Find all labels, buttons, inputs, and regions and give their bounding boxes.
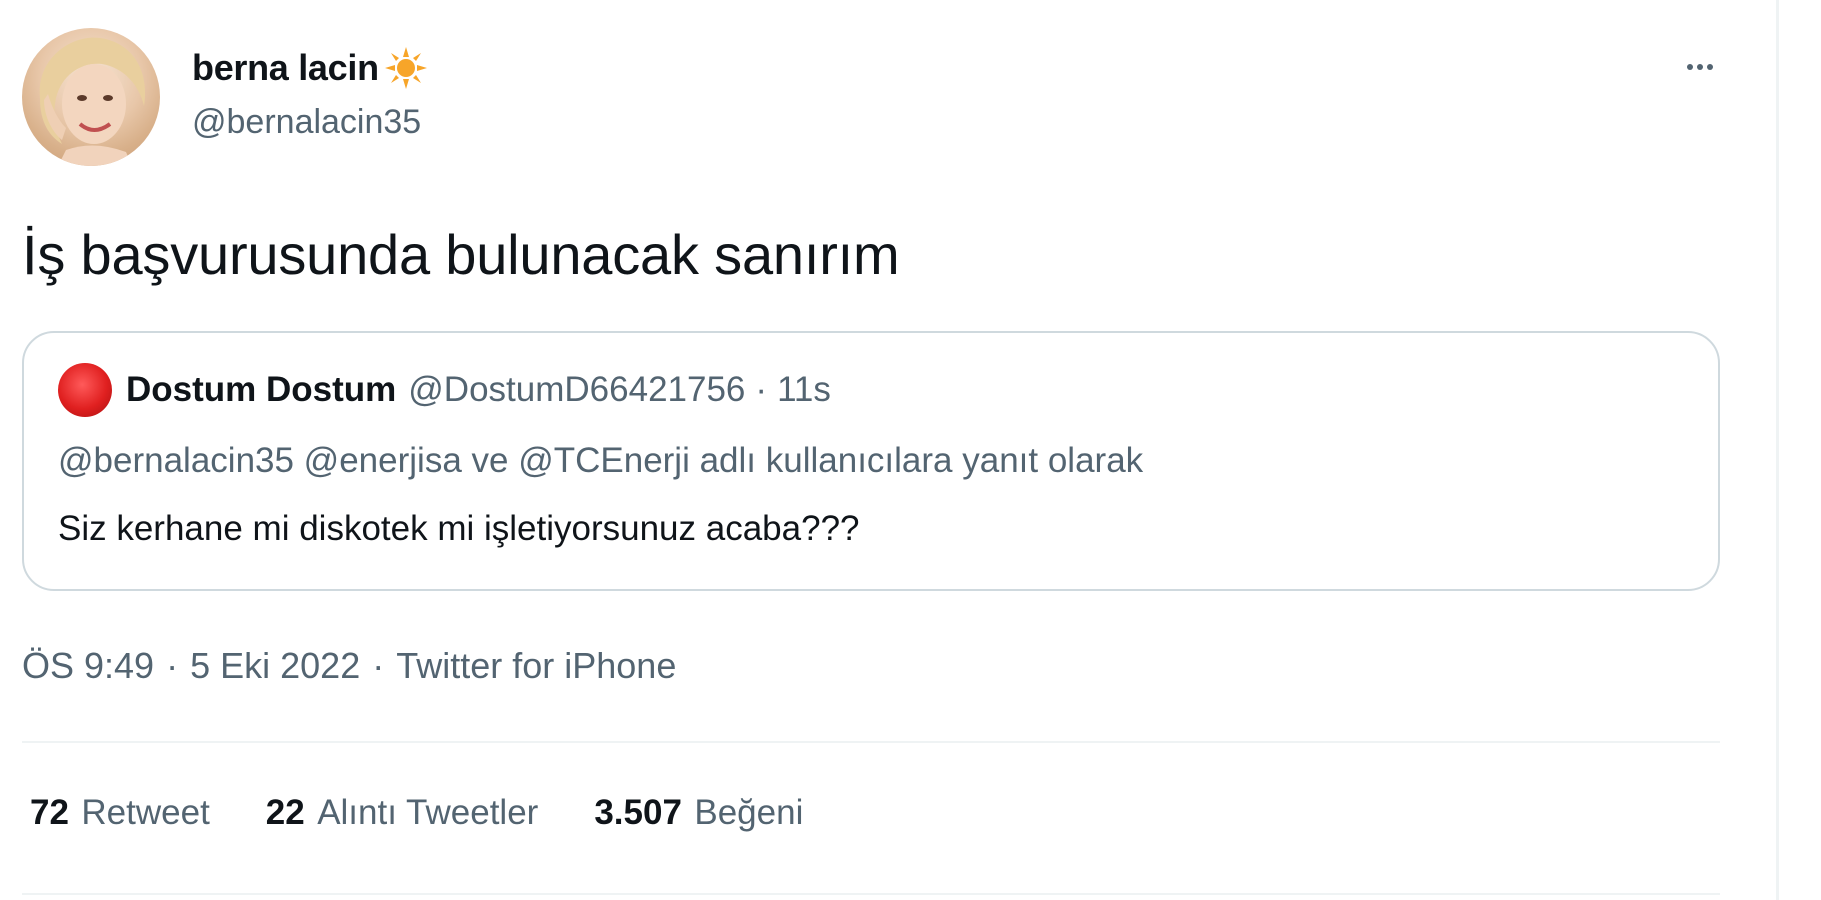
more-dot-icon	[1707, 64, 1713, 70]
more-dot-icon	[1687, 64, 1693, 70]
sun-emoji-icon	[384, 47, 427, 89]
quoted-tweet-card[interactable]: Dostum Dostum @DostumD66421756 · 11s @be…	[22, 331, 1720, 591]
author-display-name[interactable]: berna lacin	[192, 47, 379, 89]
likes-count: 3.507	[594, 793, 682, 832]
more-dot-icon	[1697, 64, 1703, 70]
tweet-stats: 72 Retweet 22 Alıntı Tweetler 3.507 Beğe…	[30, 793, 859, 833]
tweet-text: İş başvurusunda bulunacak sanırım	[22, 223, 900, 286]
author-handle[interactable]: @bernalacin35	[192, 103, 421, 142]
retweets-stat[interactable]: 72 Retweet	[30, 793, 210, 833]
quoted-tweet-time[interactable]: 11s	[777, 370, 831, 410]
quoted-tweet-header: Dostum Dostum @DostumD66421756 · 11s	[58, 363, 831, 417]
divider	[22, 741, 1720, 743]
likes-stat[interactable]: 3.507 Beğeni	[594, 793, 803, 833]
quote-tweets-stat[interactable]: 22 Alıntı Tweetler	[266, 793, 539, 833]
more-options-button[interactable]	[1672, 52, 1728, 82]
tweet-meta: ÖS 9:49 · 5 Eki 2022 · Twitter for iPhon…	[22, 645, 676, 687]
meta-separator: ·	[166, 645, 179, 686]
quoted-author-handle[interactable]: @DostumD66421756	[408, 370, 745, 410]
tweet-detail: berna lacin @bernalacin35 İş başvurusund…	[0, 0, 1821, 900]
quote-tweets-label: Alıntı Tweetler	[317, 793, 539, 832]
quoted-author-avatar[interactable]	[58, 363, 112, 417]
quoted-separator: ·	[755, 370, 768, 409]
quote-tweets-count: 22	[265, 793, 305, 832]
tweet-source: Twitter for iPhone	[396, 645, 677, 686]
quoted-reply-context: @bernalacin35 @enerjisa ve @TCEnerji adl…	[58, 441, 1144, 480]
tweet-date[interactable]: 5 Eki 2022	[190, 645, 360, 687]
author-avatar[interactable]	[22, 28, 160, 166]
author-name-row[interactable]: berna lacin	[192, 44, 429, 92]
column-border	[1776, 0, 1779, 900]
quoted-tweet-text: Siz kerhane mi diskotek mi işletiyorsunu…	[58, 509, 860, 548]
avatar-photo-icon	[39, 37, 146, 166]
tweet-time[interactable]: ÖS 9:49	[22, 645, 154, 687]
quoted-author-name[interactable]: Dostum Dostum	[126, 370, 396, 410]
likes-label: Beğeni	[694, 793, 804, 832]
retweets-count: 72	[30, 793, 69, 832]
meta-separator: ·	[372, 645, 385, 686]
divider	[22, 893, 1720, 895]
retweets-label: Retweet	[81, 793, 210, 832]
